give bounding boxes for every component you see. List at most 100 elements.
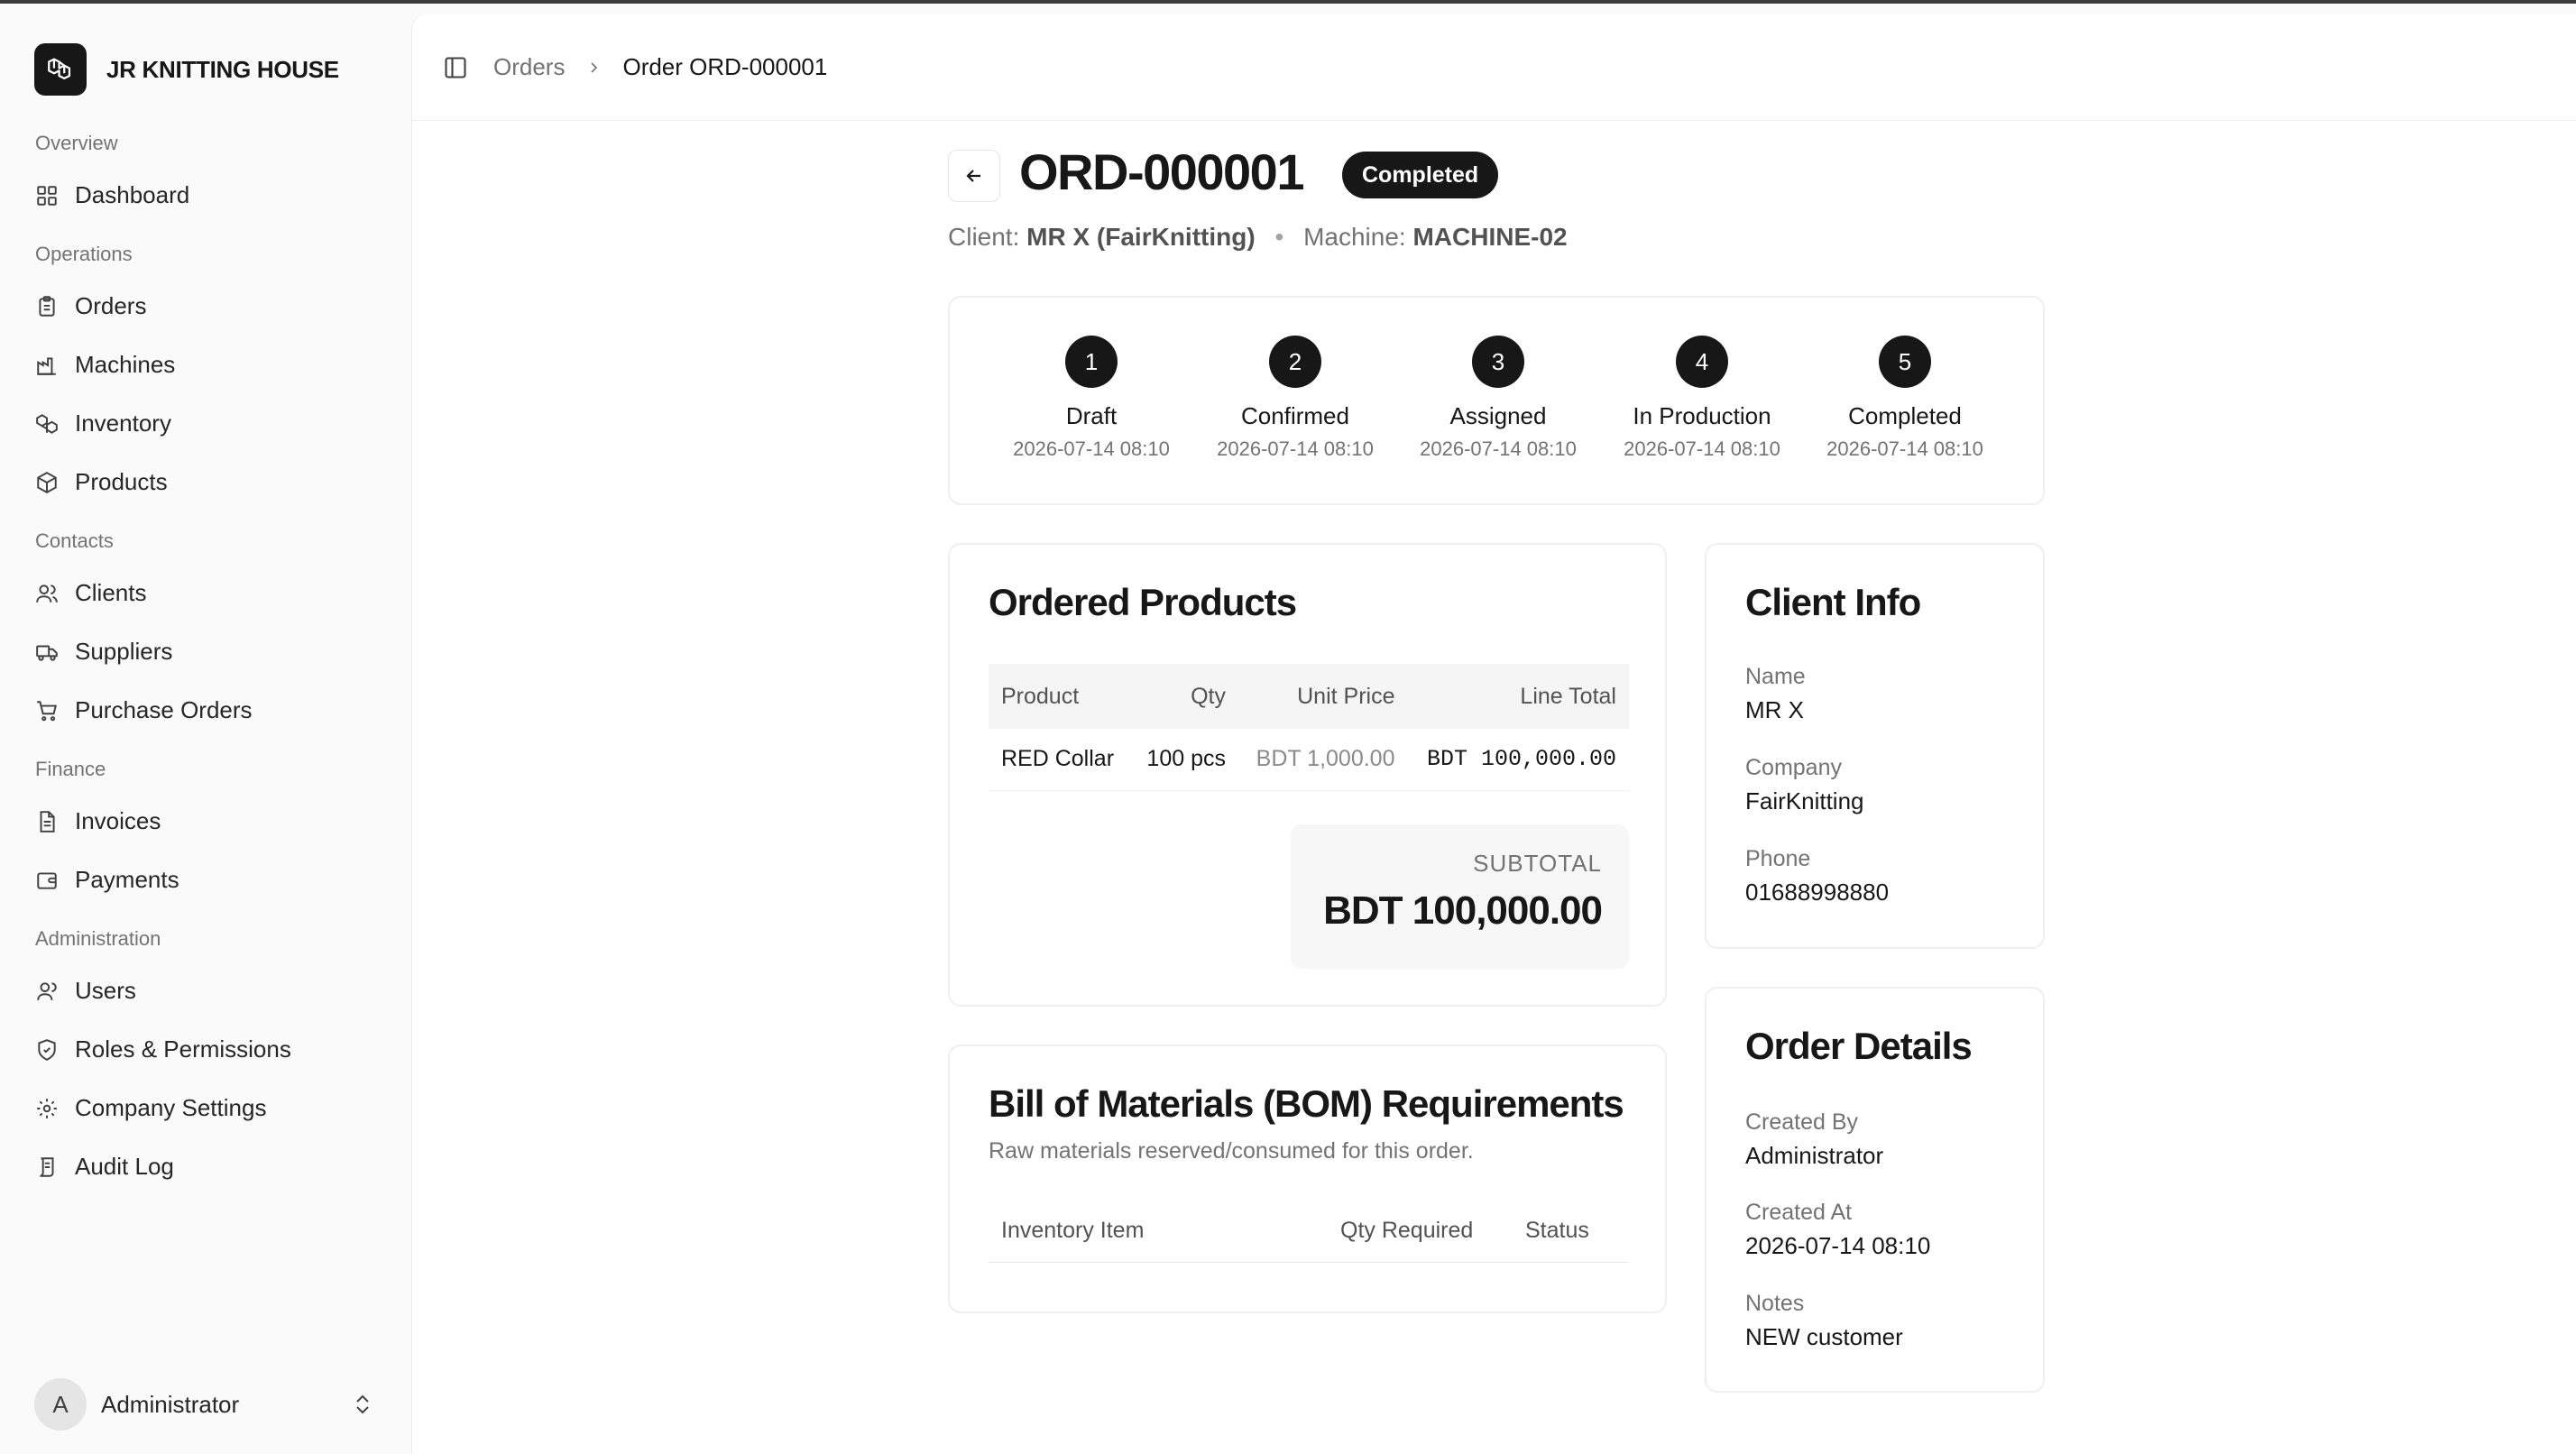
shield-icon — [38, 1038, 56, 1061]
truck-icon — [36, 645, 58, 661]
notes-value: NEW customer — [1745, 1323, 1903, 1350]
step-draft: 1 Draft 2026-07-14 08:10 — [989, 336, 1193, 461]
cart-icon — [37, 700, 57, 721]
step-confirmed: 2 Confirmed 2026-07-14 08:10 — [1193, 336, 1397, 461]
status-badge: Completed — [1342, 152, 1499, 198]
section-label-operations: Operations — [35, 243, 133, 265]
sidebar-item-machines[interactable]: Machines — [0, 336, 411, 394]
sidebar-item-purchase-orders[interactable]: Purchase Orders — [0, 681, 411, 740]
sidebar-item-company-settings[interactable]: Company Settings — [0, 1079, 411, 1137]
sidebar-item-orders[interactable]: Orders — [0, 277, 411, 336]
gear-icon — [37, 1098, 57, 1118]
bom-card: Bill of Materials (BOM) Requirements Raw… — [948, 1044, 1667, 1313]
sidebar-item-invoices[interactable]: Invoices — [0, 792, 411, 851]
created-by-value: Administrator — [1745, 1142, 1884, 1169]
column-header-qty: Qty — [1130, 664, 1238, 729]
user-icon — [37, 981, 57, 1000]
breadcrumb-current: Order ORD-000001 — [622, 53, 828, 80]
table-header-row: Product Qty Unit Price Line Total — [989, 664, 1629, 729]
back-button[interactable] — [948, 150, 1000, 202]
subtotal-label: SUBTOTAL — [1473, 850, 1602, 877]
step-label: Completed — [1848, 402, 1962, 429]
sidebar-item-label: Payments — [75, 866, 179, 893]
ordered-products-title: Ordered Products — [989, 581, 1297, 623]
column-header-line-total: Line Total — [1407, 664, 1629, 729]
sidebar-item-label: Products — [75, 468, 168, 495]
client-label: Client: — [948, 223, 1020, 251]
package-icon — [37, 471, 57, 493]
avatar: A — [34, 1378, 87, 1431]
sidebar-item-label: Company Settings — [75, 1094, 267, 1121]
step-label: In Production — [1633, 402, 1771, 429]
machine-value: MACHINE-02 — [1412, 223, 1568, 251]
sidebar-item-dashboard[interactable]: Dashboard — [0, 166, 411, 225]
wallet-icon — [37, 871, 57, 889]
step-date: 2026-07-14 08:10 — [1826, 437, 1983, 460]
sidebar-item-audit-log[interactable]: Audit Log — [0, 1137, 411, 1196]
sidebar-item-label: Invoices — [75, 807, 161, 834]
notes-label: Notes — [1745, 1291, 1805, 1316]
products-table: Product Qty Unit Price Line Total RED Co… — [989, 664, 1629, 791]
sidebar-item-label: Audit Log — [75, 1153, 174, 1180]
step-assigned: 3 Assigned 2026-07-14 08:10 — [1396, 336, 1600, 461]
brand[interactable]: JR KNITTING HOUSE — [34, 43, 339, 96]
page-title: ORD-000001 — [1019, 143, 1304, 200]
created-at-label: Created At — [1745, 1200, 1853, 1225]
column-header-unit-price: Unit Price — [1237, 664, 1408, 729]
sidebar-item-label: Orders — [75, 292, 147, 319]
cell-unit-price: BDT 1,000.00 — [1237, 729, 1408, 791]
client-value: MR X (FairKnitting) — [1026, 223, 1256, 251]
step-label: Assigned — [1449, 402, 1547, 429]
step-date: 2026-07-14 08:10 — [1420, 437, 1577, 460]
sidebar-item-suppliers[interactable]: Suppliers — [0, 622, 411, 681]
sidebar-item-label: Inventory — [75, 410, 171, 437]
client-phone-value: 01688998880 — [1745, 879, 1890, 906]
sidebar-toggle-icon[interactable] — [443, 55, 468, 80]
order-details-card: Order Details Created By Administrator C… — [1705, 987, 2045, 1393]
status-stepper: 1 Draft 2026-07-14 08:10 2 Confirmed 202… — [948, 296, 2045, 505]
sidebar-item-inventory[interactable]: Inventory — [0, 394, 411, 453]
separator-dot: • — [1274, 223, 1284, 251]
sidebar-item-label: Roles & Permissions — [75, 1035, 291, 1063]
created-at-value: 2026-07-14 08:10 — [1745, 1232, 1931, 1259]
bom-table-header: Inventory Item Qty Required Status — [989, 1198, 1629, 1263]
column-header-status: Status — [1525, 1218, 1589, 1243]
subtotal-value: BDT 100,000.00 — [1323, 888, 1603, 933]
header: Orders Order ORD-000001 — [412, 14, 2576, 121]
section-label-finance: Finance — [35, 758, 106, 780]
order-summary-line: Client: MR X (FairKnitting) • Machine: M… — [948, 223, 1568, 252]
cell-qty: 100 pcs — [1130, 729, 1238, 791]
column-header-inventory-item: Inventory Item — [1001, 1218, 1145, 1243]
client-info-card: Client Info Name MR X Company FairKnitti… — [1705, 543, 2045, 949]
step-date: 2026-07-14 08:10 — [1013, 437, 1170, 460]
user-menu[interactable]: A Administrator — [34, 1378, 373, 1431]
sidebar-item-label: Machines — [75, 351, 176, 378]
chevron-right-icon — [591, 61, 598, 73]
step-number: 1 — [1065, 336, 1118, 388]
sidebar-item-label: Suppliers — [75, 638, 173, 665]
sidebar-item-users[interactable]: Users — [0, 962, 411, 1020]
sidebar: JR KNITTING HOUSE Overview Dashboard Ope… — [0, 4, 411, 1454]
sidebar-nav: Overview Dashboard Operations Orders Mac… — [0, 130, 411, 1196]
cell-product: RED Collar — [989, 729, 1131, 791]
client-company-value: FairKnitting — [1745, 787, 1864, 814]
file-text-icon — [40, 810, 55, 833]
breadcrumb-orders-link[interactable]: Orders — [493, 53, 565, 81]
column-header-product: Product — [989, 664, 1131, 729]
section-label-overview: Overview — [35, 132, 118, 154]
step-date: 2026-07-14 08:10 — [1624, 437, 1780, 460]
chevrons-up-down-icon — [356, 1394, 369, 1414]
users-icon — [36, 584, 58, 603]
factory-icon — [37, 356, 56, 375]
column-header-qty-required: Qty Required — [1340, 1218, 1474, 1243]
sidebar-item-products[interactable]: Products — [0, 453, 411, 511]
sidebar-item-roles-permissions[interactable]: Roles & Permissions — [0, 1020, 411, 1079]
sidebar-item-clients[interactable]: Clients — [0, 564, 411, 622]
scroll-icon — [40, 1156, 54, 1177]
step-in-production: 4 In Production 2026-07-14 08:10 — [1600, 336, 1804, 461]
step-number: 3 — [1472, 336, 1524, 388]
step-label: Draft — [1065, 402, 1118, 429]
sidebar-item-payments[interactable]: Payments — [0, 851, 411, 909]
dashboard-icon — [37, 185, 57, 206]
step-number: 4 — [1676, 336, 1728, 388]
